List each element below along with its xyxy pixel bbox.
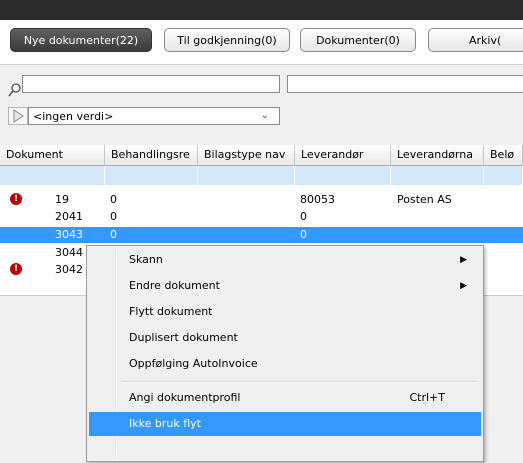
play-arrow-icon[interactable] bbox=[8, 107, 28, 125]
select-value: <ingen verdi> bbox=[33, 109, 114, 123]
table-row-selected[interactable]: 3043 0 0 bbox=[0, 227, 523, 243]
grid-header: Dokument Behandlingsre Bilagstype nav Le… bbox=[0, 145, 523, 166]
column-header-belop[interactable]: Belø bbox=[484, 145, 523, 165]
grid-filter-row[interactable] bbox=[0, 166, 523, 185]
submenu-arrow-icon: ▶ bbox=[460, 281, 467, 291]
warning-icon: ! bbox=[10, 193, 22, 205]
menu-item-ikke-bruk-flyt[interactable]: Ikke bruk flyt bbox=[89, 412, 481, 436]
search-icon bbox=[8, 83, 21, 97]
tab-arkiv[interactable]: Arkiv( bbox=[428, 28, 523, 52]
tab-dokumenter[interactable]: Dokumenter(0) bbox=[300, 28, 416, 52]
table-row[interactable]: 2041 0 0 bbox=[0, 209, 523, 225]
column-header-bilagstype[interactable]: Bilagstype nav bbox=[198, 145, 295, 165]
secondary-filter-field[interactable] bbox=[287, 75, 523, 93]
menu-item-skann[interactable]: Skann ▶ bbox=[89, 248, 481, 272]
submenu-arrow-icon: ▶ bbox=[460, 255, 467, 265]
table-row[interactable]: ! 19 0 80053 Posten AS bbox=[0, 192, 523, 208]
value-select[interactable]: <ingen verdi> ⌄ bbox=[28, 107, 280, 125]
filter-panel: <ingen verdi> ⌄ bbox=[0, 65, 523, 145]
tab-bar: Nye dokumenter(22) Til godkjenning(0) Do… bbox=[0, 20, 523, 65]
tab-til-godkjenning[interactable]: Til godkjenning(0) bbox=[164, 28, 290, 52]
menu-item-duplisert-dokument[interactable]: Duplisert dokument bbox=[89, 326, 481, 350]
column-header-leverandor[interactable]: Leverandør bbox=[295, 145, 391, 165]
column-header-behandling[interactable]: Behandlingsre bbox=[105, 145, 198, 165]
shortcut-label: Ctrl+T bbox=[409, 391, 445, 404]
menu-separator bbox=[121, 381, 477, 383]
column-header-dokument[interactable]: Dokument bbox=[0, 145, 105, 165]
tab-nye-dokumenter[interactable]: Nye dokumenter(22) bbox=[10, 28, 152, 52]
menu-item-angi-dokumentprofil[interactable]: Angi dokumentprofil Ctrl+T bbox=[89, 386, 481, 410]
context-menu: Skann ▶ Endre dokument ▶ Flytt dokument … bbox=[86, 245, 484, 462]
menu-item-endre-dokument[interactable]: Endre dokument ▶ bbox=[89, 274, 481, 298]
search-input[interactable] bbox=[22, 75, 280, 93]
column-header-leverandornavn[interactable]: Leverandørna bbox=[391, 145, 484, 165]
warning-icon: ! bbox=[10, 263, 22, 275]
menu-item-flytt-dokument[interactable]: Flytt dokument bbox=[89, 300, 481, 324]
chevron-down-icon: ⌄ bbox=[260, 110, 269, 121]
menu-item-oppfolging-autoinvoice[interactable]: Oppfølging AutoInvoice bbox=[89, 352, 481, 376]
window-titlebar bbox=[0, 0, 523, 20]
